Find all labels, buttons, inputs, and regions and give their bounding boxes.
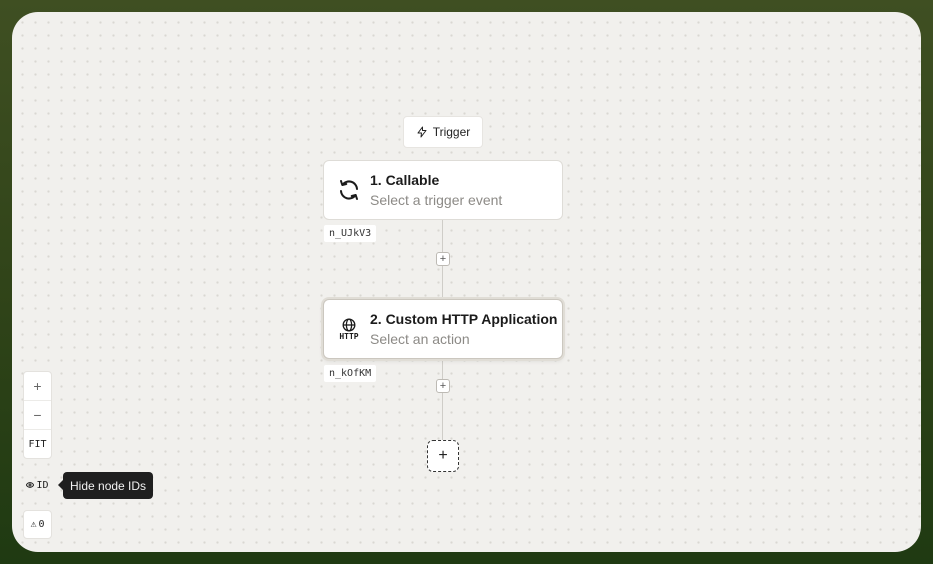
- node-subtitle: Select an action: [370, 331, 470, 347]
- insert-step-button[interactable]: +: [436, 252, 450, 266]
- fit-view-button[interactable]: FIT: [24, 430, 51, 458]
- id-toggle-label: ID: [36, 479, 49, 491]
- node-callable[interactable]: 1. Callable Select a trigger event: [323, 160, 563, 220]
- add-step-button[interactable]: +: [427, 440, 459, 472]
- http-icon-label: HTTP: [339, 331, 359, 341]
- tooltip: Hide node IDs: [57, 472, 154, 499]
- refresh-icon: [336, 177, 362, 203]
- trigger-chip-label: Trigger: [432, 125, 471, 139]
- zoom-in-button[interactable]: +: [24, 372, 51, 401]
- node-custom-http[interactable]: HTTP 2. Custom HTTP Application Select a…: [323, 299, 563, 359]
- warnings-button[interactable]: ⚠ 0: [23, 510, 52, 539]
- globe-http-icon: HTTP: [336, 316, 362, 342]
- node-title: 1. Callable: [370, 172, 440, 188]
- bolt-icon: [417, 126, 427, 138]
- node-id-badge: n_kOfKM: [324, 365, 377, 382]
- toggle-node-ids-button[interactable]: ID: [23, 474, 52, 496]
- warning-count: 0: [38, 519, 45, 530]
- zoom-controls: + − FIT: [23, 371, 52, 459]
- eye-icon: [26, 482, 35, 488]
- zoom-out-button[interactable]: −: [24, 401, 51, 430]
- warning-icon: ⚠: [30, 519, 37, 530]
- workflow-canvas[interactable]: Trigger 1. Callable Select a trigger eve…: [12, 12, 921, 552]
- node-title: 2. Custom HTTP Application: [370, 311, 558, 327]
- node-subtitle: Select a trigger event: [370, 192, 503, 208]
- node-id-badge: n_UJkV3: [324, 225, 377, 242]
- trigger-chip[interactable]: Trigger: [403, 116, 483, 148]
- insert-step-button[interactable]: +: [436, 379, 450, 393]
